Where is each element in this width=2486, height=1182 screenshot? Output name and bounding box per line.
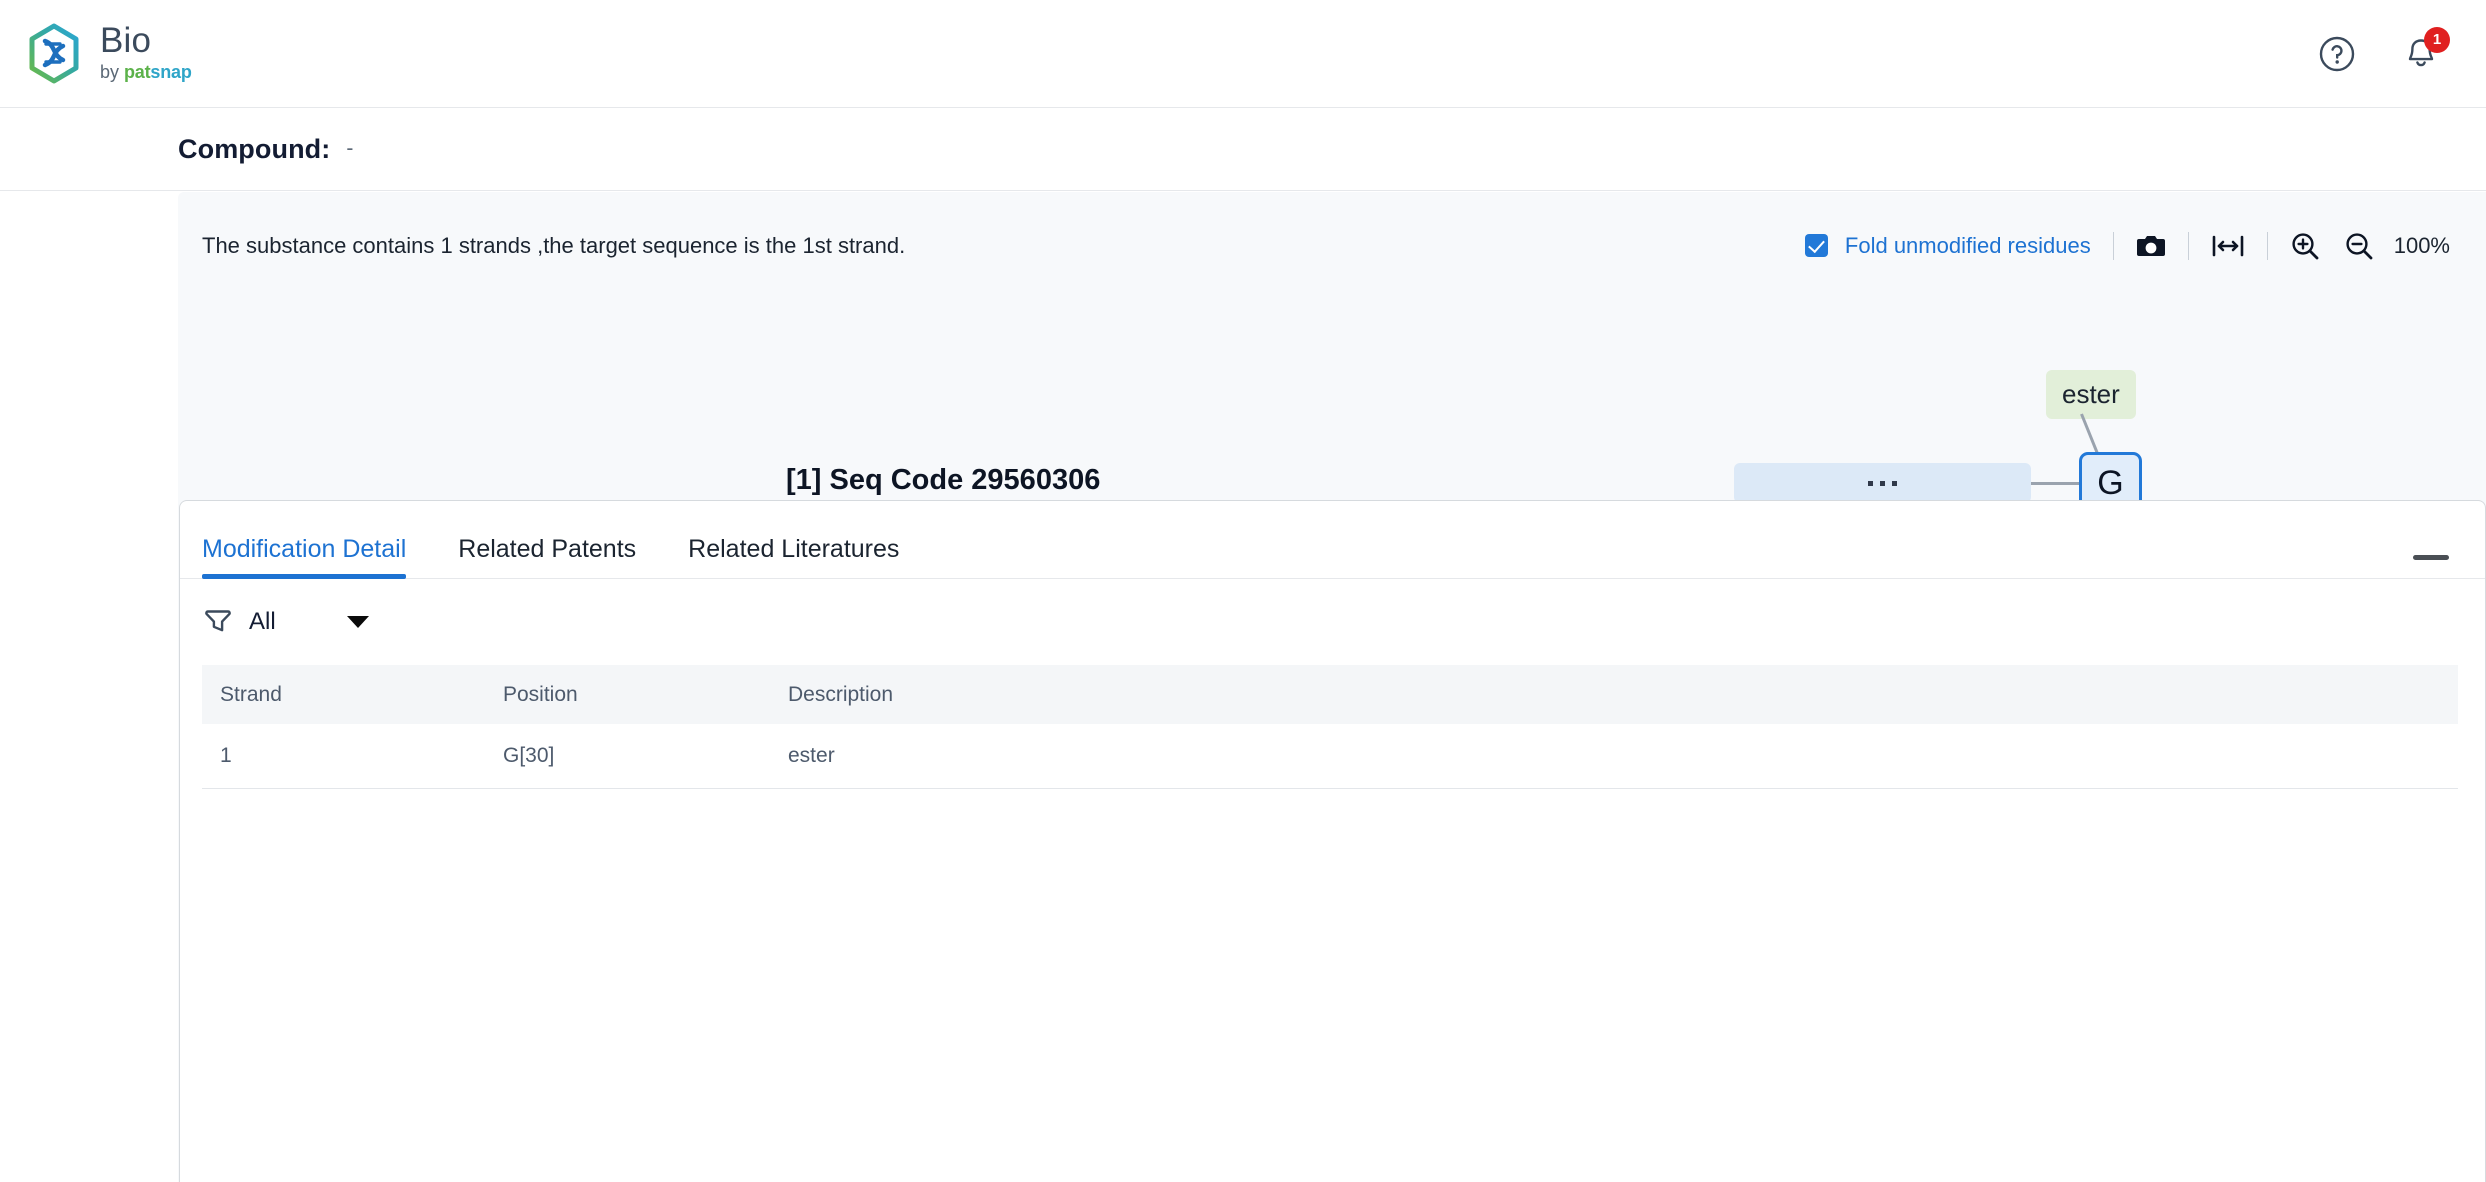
fold-unmodified-residues-label[interactable]: Fold unmodified residues xyxy=(1845,233,2091,259)
ellipsis-icon xyxy=(1868,480,1897,486)
app-header: Bio by patsnap 1 xyxy=(0,0,2486,108)
brand[interactable]: Bio by patsnap xyxy=(26,23,192,85)
tab-related-literatures[interactable]: Related Literatures xyxy=(688,535,899,578)
cell-position: G[30] xyxy=(485,724,770,789)
notification-count-badge: 1 xyxy=(2424,26,2450,53)
fold-unmodified-residues-checkbox[interactable] xyxy=(1804,234,1828,257)
help-circle-icon[interactable] xyxy=(2318,35,2356,73)
brand-snap: snap xyxy=(150,62,192,83)
table-body: 1 G[30] ester xyxy=(202,724,2458,789)
filter-dropdown[interactable]: All xyxy=(204,606,369,639)
sequence-viewer-panel: The substance contains 1 strands ,the ta… xyxy=(178,192,2486,1182)
viewer-note: The substance contains 1 strands ,the ta… xyxy=(202,232,906,258)
table-header-row: Strand Position Description xyxy=(202,665,2458,724)
zoom-level-value: 100% xyxy=(2393,232,2450,258)
filter-value: All xyxy=(249,608,276,635)
header-actions: 1 xyxy=(2318,26,2450,73)
column-header-description: Description xyxy=(770,665,2458,724)
modification-table: Strand Position Description 1 G[30] este… xyxy=(202,665,2458,789)
residue-connector-line xyxy=(2031,482,2079,485)
toolbar-divider xyxy=(2187,231,2189,260)
column-header-position: Position xyxy=(485,665,770,724)
brand-by: by xyxy=(100,62,125,83)
modification-leader-line xyxy=(2080,413,2099,454)
chevron-down-icon xyxy=(346,616,369,628)
zoom-in-icon[interactable] xyxy=(2290,231,2320,261)
toolbar-divider xyxy=(2112,231,2114,260)
column-header-strand: Strand xyxy=(202,665,485,724)
compound-label: Compound: xyxy=(178,133,331,164)
cell-strand: 1 xyxy=(202,724,485,789)
minus-icon[interactable] xyxy=(2413,555,2449,560)
dna-hexagon-logo-icon xyxy=(26,23,82,85)
modification-label[interactable]: ester xyxy=(2046,370,2136,419)
table-row[interactable]: 1 G[30] ester xyxy=(202,724,2458,789)
bell-icon[interactable]: 1 xyxy=(2402,26,2450,73)
fit-width-icon[interactable] xyxy=(2211,233,2245,259)
collapsed-residues-pill[interactable] xyxy=(1734,463,2031,503)
detail-tabs: Modification Detail Related Patents Rela… xyxy=(180,501,2485,579)
toolbar-divider xyxy=(2266,231,2268,260)
compound-bar: Compound: - xyxy=(0,108,2486,191)
filter-row: All xyxy=(180,579,2485,665)
table-header: Strand Position Description xyxy=(202,665,2458,724)
detail-card: Modification Detail Related Patents Rela… xyxy=(179,500,2486,1182)
tab-related-patents[interactable]: Related Patents xyxy=(458,535,636,578)
sequence-title: [1] Seq Code 29560306 xyxy=(786,464,1101,496)
brand-subtitle: by patsnap xyxy=(100,61,192,84)
viewer-toolbar-controls: Fold unmodified residues 100% xyxy=(1804,231,2450,261)
viewer-toolbar: The substance contains 1 strands ,the ta… xyxy=(178,192,2486,266)
brand-pat: pat xyxy=(124,62,151,83)
tab-modification-detail[interactable]: Modification Detail xyxy=(202,535,407,579)
compound-value: - xyxy=(346,137,354,160)
camera-icon[interactable] xyxy=(2136,233,2166,259)
zoom-out-icon[interactable] xyxy=(2344,231,2374,261)
brand-title: Bio xyxy=(100,21,152,61)
cell-description: ester xyxy=(770,724,2458,789)
funnel-icon xyxy=(204,606,232,639)
